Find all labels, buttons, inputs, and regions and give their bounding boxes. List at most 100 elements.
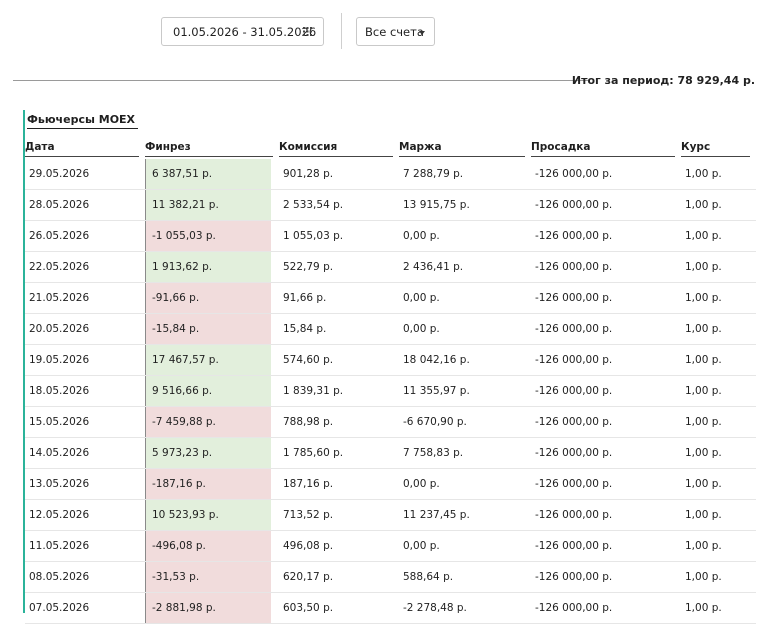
cell-rate: 1,00 р. xyxy=(681,437,756,469)
cell-rate: 1,00 р. xyxy=(681,530,756,562)
table-row[interactable]: 13.05.2026 -187,16 р. 187,16 р. 0,00 р. -126… xyxy=(25,468,756,500)
cell-margin: 588,64 р. xyxy=(399,561,531,593)
cell-date: 29.05.2026 xyxy=(25,159,145,190)
table-row[interactable]: 15.05.2026 -7 459,88 р. 788,98 р. -6 670,90… xyxy=(25,406,756,438)
cell-rate: 1,00 р. xyxy=(681,313,756,345)
table-row[interactable]: 12.05.2026 10 523,93 р. 713,52 р. 11 237,45… xyxy=(25,499,756,531)
cell-commission: 15,84 р. xyxy=(279,313,399,345)
table-row[interactable]: 14.05.2026 5 973,23 р. 1 785,60 р. 7 758,83… xyxy=(25,437,756,469)
table-row[interactable]: 29.05.2026 6 387,51 р. 901,28 р. 7 288,79 р… xyxy=(25,159,756,190)
accounts-select-value: Все счета xyxy=(365,24,424,39)
column-header-commission[interactable]: Комиссия xyxy=(279,141,399,159)
cell-drawdown: -126 000,00 р. xyxy=(531,313,681,345)
cell-pnl: -187,16 р. xyxy=(145,468,279,500)
table-row[interactable]: 21.05.2026 -91,66 р. 91,66 р. 0,00 р. -126 0… xyxy=(25,282,756,314)
pnl-highlight: 10 523,93 р. xyxy=(145,500,271,530)
column-header-drawdown[interactable]: Просадка xyxy=(531,141,681,159)
cell-margin: 0,00 р. xyxy=(399,530,531,562)
pnl-highlight: -496,08 р. xyxy=(145,531,271,561)
cell-date: 26.05.2026 xyxy=(25,220,145,252)
column-header-pnl[interactable]: Финрез xyxy=(145,141,279,159)
trades-table: Дата Финрез Комиссия Маржа Просадка Курс… xyxy=(25,141,756,624)
cell-drawdown: -126 000,00 р. xyxy=(531,375,681,407)
column-header-margin[interactable]: Маржа xyxy=(399,141,531,159)
cell-date: 19.05.2026 xyxy=(25,344,145,376)
accounts-select[interactable]: Все счета xyxy=(356,17,435,46)
cell-commission: 1 839,31 р. xyxy=(279,375,399,407)
cell-rate: 1,00 р. xyxy=(681,499,756,531)
table-row[interactable]: 08.05.2026 -31,53 р. 620,17 р. 588,64 р. -12… xyxy=(25,561,756,593)
cell-margin: 11 355,97 р. xyxy=(399,375,531,407)
period-divider xyxy=(13,80,588,81)
cell-margin: -2 278,48 р. xyxy=(399,592,531,624)
cell-rate: 1,00 р. xyxy=(681,251,756,283)
table-row[interactable]: 18.05.2026 9 516,66 р. 1 839,31 р. 11 355,9… xyxy=(25,375,756,407)
cell-drawdown: -126 000,00 р. xyxy=(531,251,681,283)
cell-commission: 2 533,54 р. xyxy=(279,189,399,221)
cell-pnl: 5 973,23 р. xyxy=(145,437,279,469)
cell-rate: 1,00 р. xyxy=(681,220,756,252)
cell-margin: 7 288,79 р. xyxy=(399,159,531,190)
cell-commission: 1 055,03 р. xyxy=(279,220,399,252)
cell-date: 22.05.2026 xyxy=(25,251,145,283)
section-title: Фьючерсы MOEX xyxy=(27,113,136,126)
cell-commission: 1 785,60 р. xyxy=(279,437,399,469)
cell-date: 14.05.2026 xyxy=(25,437,145,469)
cell-pnl: -31,53 р. xyxy=(145,561,279,593)
pnl-highlight: 17 467,57 р. xyxy=(145,345,271,375)
column-header-date[interactable]: Дата xyxy=(25,141,145,159)
table-row[interactable]: 28.05.2026 11 382,21 р. 2 533,54 р. 13 915,… xyxy=(25,189,756,221)
cell-date: 08.05.2026 xyxy=(25,561,145,593)
chevron-down-icon xyxy=(419,31,425,35)
cell-commission: 901,28 р. xyxy=(279,159,399,190)
cell-date: 21.05.2026 xyxy=(25,282,145,314)
table-header-row: Дата Финрез Комиссия Маржа Просадка Курс xyxy=(25,141,756,159)
cell-rate: 1,00 р. xyxy=(681,468,756,500)
table-row[interactable]: 26.05.2026 -1 055,03 р. 1 055,03 р. 0,00 р.… xyxy=(25,220,756,252)
table-row[interactable]: 20.05.2026 -15,84 р. 15,84 р. 0,00 р. -126 0… xyxy=(25,313,756,345)
pnl-highlight: 1 913,62 р. xyxy=(145,252,271,282)
cell-drawdown: -126 000,00 р. xyxy=(531,437,681,469)
cell-drawdown: -126 000,00 р. xyxy=(531,592,681,624)
cell-date: 18.05.2026 xyxy=(25,375,145,407)
cell-drawdown: -126 000,00 р. xyxy=(531,530,681,562)
cell-rate: 1,00 р. xyxy=(681,282,756,314)
cell-margin: 2 436,41 р. xyxy=(399,251,531,283)
cell-commission: 788,98 р. xyxy=(279,406,399,438)
cell-pnl: 17 467,57 р. xyxy=(145,344,279,376)
cell-pnl: 9 516,66 р. xyxy=(145,375,279,407)
table-row[interactable]: 07.05.2026 -2 881,98 р. 603,50 р. -2 278,48… xyxy=(25,592,756,624)
pnl-highlight: -15,84 р. xyxy=(145,314,271,344)
cell-commission: 620,17 р. xyxy=(279,561,399,593)
cell-commission: 713,52 р. xyxy=(279,499,399,531)
pnl-highlight: -1 055,03 р. xyxy=(145,221,271,251)
cell-commission: 574,60 р. xyxy=(279,344,399,376)
pnl-highlight: -91,66 р. xyxy=(145,283,271,313)
cell-pnl: -7 459,88 р. xyxy=(145,406,279,438)
cell-margin: 0,00 р. xyxy=(399,282,531,314)
cell-drawdown: -126 000,00 р. xyxy=(531,282,681,314)
date-range-picker[interactable]: 01.05.2026 - 31.05.2026 xyxy=(161,17,324,46)
cell-pnl: 10 523,93 р. xyxy=(145,499,279,531)
cell-date: 20.05.2026 xyxy=(25,313,145,345)
cell-margin: 7 758,83 р. xyxy=(399,437,531,469)
cell-margin: 13 915,75 р. xyxy=(399,189,531,221)
table-row[interactable]: 19.05.2026 17 467,57 р. 574,60 р. 18 042,16… xyxy=(25,344,756,376)
cell-date: 12.05.2026 xyxy=(25,499,145,531)
pnl-highlight: -31,53 р. xyxy=(145,562,271,592)
cell-date: 13.05.2026 xyxy=(25,468,145,500)
cell-rate: 1,00 р. xyxy=(681,592,756,624)
cell-rate: 1,00 р. xyxy=(681,406,756,438)
cell-rate: 1,00 р. xyxy=(681,561,756,593)
table-row[interactable]: 22.05.2026 1 913,62 р. 522,79 р. 2 436,41 р… xyxy=(25,251,756,283)
column-header-rate[interactable]: Курс xyxy=(681,141,756,159)
cell-pnl: -1 055,03 р. xyxy=(145,220,279,252)
cell-margin: 18 042,16 р. xyxy=(399,344,531,376)
cell-rate: 1,00 р. xyxy=(681,344,756,376)
table-row[interactable]: 11.05.2026 -496,08 р. 496,08 р. 0,00 р. -126… xyxy=(25,530,756,562)
cell-drawdown: -126 000,00 р. xyxy=(531,344,681,376)
cell-drawdown: -126 000,00 р. xyxy=(531,220,681,252)
cell-pnl: 11 382,21 р. xyxy=(145,189,279,221)
cell-rate: 1,00 р. xyxy=(681,375,756,407)
cell-rate: 1,00 р. xyxy=(681,159,756,190)
